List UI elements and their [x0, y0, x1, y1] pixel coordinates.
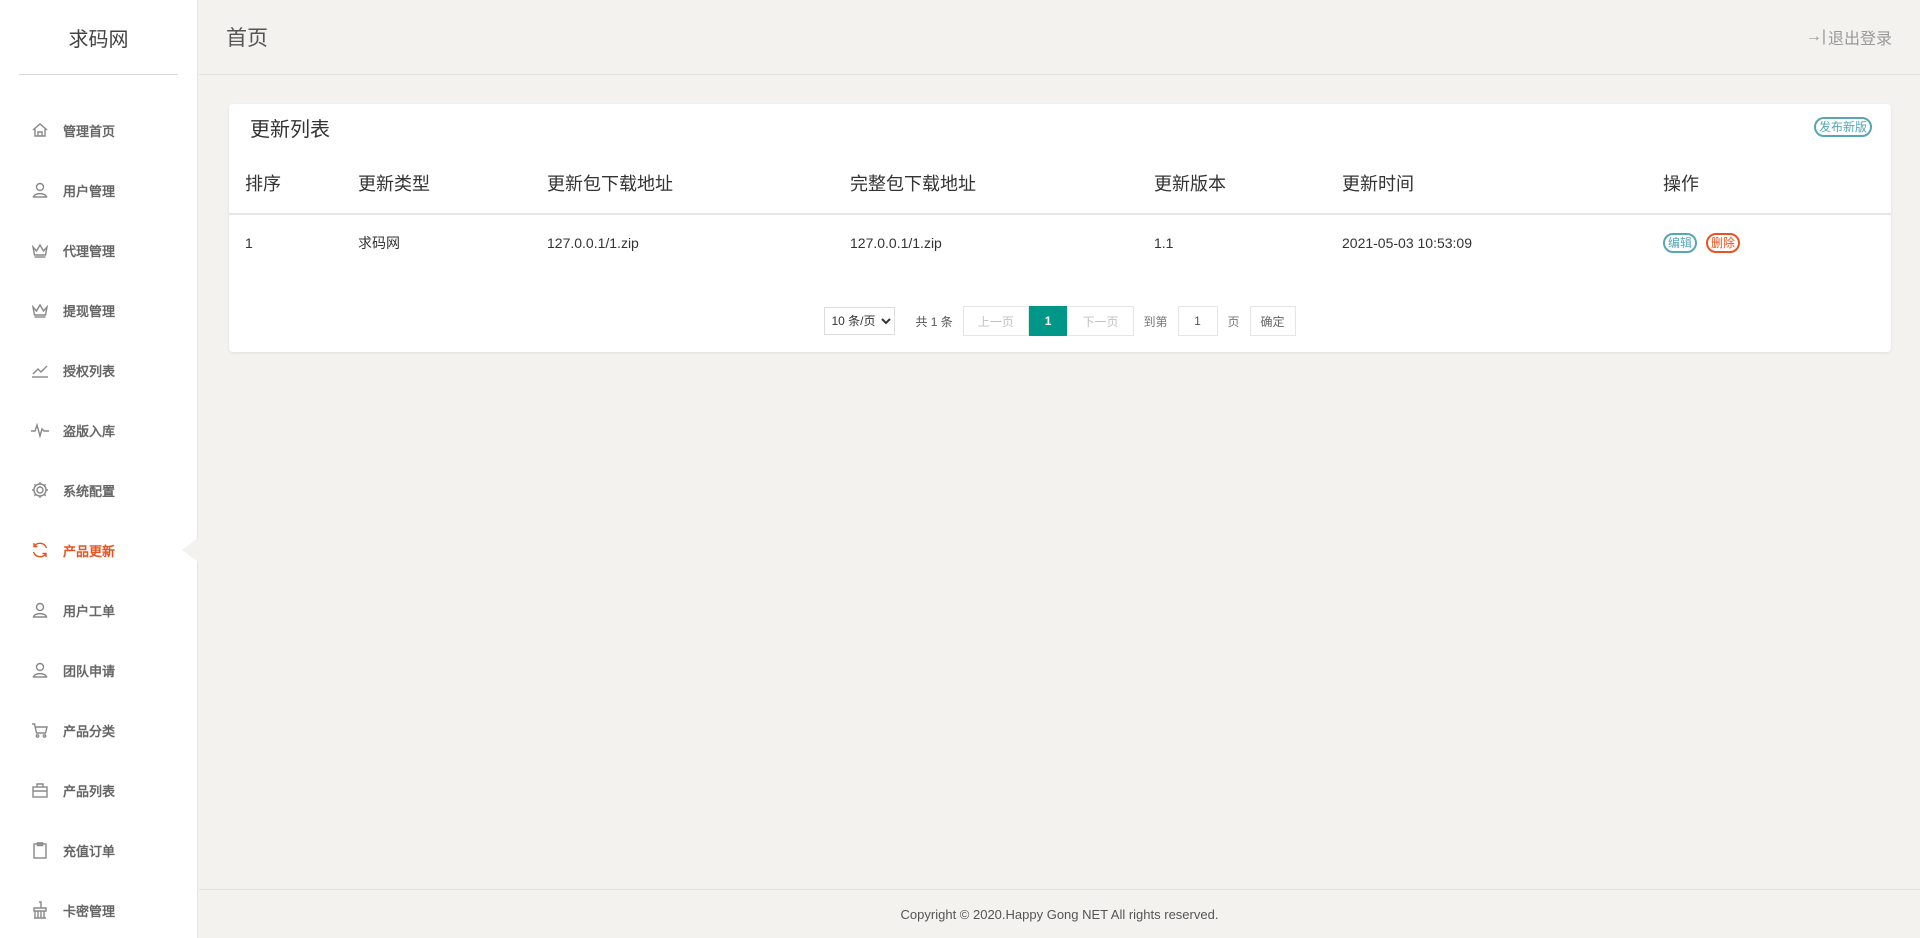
logout-icon: →| [1805, 28, 1826, 45]
sidebar-menu: 管理首页用户管理代理管理提现管理授权列表盗版入库系统配置产品更新用户工单团队申请… [0, 100, 198, 938]
sidebar-item-6[interactable]: 系统配置 [0, 460, 197, 520]
column-header-update-url: 更新包下载地址 [531, 152, 834, 215]
prev-page-button[interactable]: 上一页 [962, 306, 1029, 336]
clipboard-icon [30, 840, 50, 860]
sidebar-item-label: 团队申请 [63, 663, 116, 679]
edit-button[interactable]: 编辑 [1663, 232, 1698, 253]
sidebar-item-label: 盗版入库 [63, 423, 116, 439]
sidebar-item-label: 系统配置 [63, 483, 116, 499]
column-header-time: 更新时间 [1326, 152, 1647, 215]
home-icon [30, 120, 50, 140]
refresh-icon [30, 540, 50, 560]
sidebar-item-7[interactable]: 产品更新 [0, 520, 198, 580]
next-page-button[interactable]: 下一页 [1067, 306, 1134, 336]
sidebar-item-12[interactable]: 充值订单 [0, 820, 197, 880]
column-header-actions: 操作 [1647, 152, 1891, 215]
sidebar-item-label: 产品列表 [63, 783, 116, 799]
update-table: 排序 更新类型 更新包下载地址 完整包下载地址 更新版本 更新时间 操作 1 求… [229, 152, 1891, 270]
briefcase-icon [30, 780, 50, 800]
sidebar-item-9[interactable]: 团队申请 [0, 640, 197, 700]
pulse-icon [30, 420, 50, 440]
sidebar: 求码网 管理首页用户管理代理管理提现管理授权列表盗版入库系统配置产品更新用户工单… [0, 0, 198, 938]
card-header: 更新列表 发布新版 [229, 104, 1891, 150]
cell-version: 1.1 [1154, 234, 1174, 251]
total-count: 共 1 条 [915, 314, 953, 329]
sidebar-item-label: 充值订单 [63, 843, 116, 859]
update-list-card: 更新列表 发布新版 排序 更新类型 更新包下载地址 完整包下载地址 更新版本 更… [229, 104, 1891, 352]
logout-button[interactable]: →| 退出登录 [1806, 25, 1892, 49]
gear-icon [30, 480, 50, 500]
cell-actions: 编辑 删除 [1647, 214, 1891, 270]
cart-icon [30, 720, 50, 740]
top-header: 首页 →| 退出登录 [199, 0, 1920, 75]
user-icon [30, 180, 50, 200]
crown-icon [30, 300, 50, 320]
goto-confirm-button[interactable]: 确定 [1249, 306, 1296, 336]
column-header-version: 更新版本 [1138, 152, 1326, 215]
sidebar-item-13[interactable]: 卡密管理 [0, 880, 197, 938]
cell-order: 1 [245, 234, 253, 251]
sidebar-item-label: 用户管理 [63, 183, 116, 199]
column-header-type: 更新类型 [342, 152, 531, 215]
goto-label: 到第 [1143, 314, 1168, 329]
crown-icon [30, 240, 50, 260]
sidebar-item-5[interactable]: 盗版入库 [0, 400, 197, 460]
sidebar-item-label: 产品更新 [63, 543, 116, 559]
cell-update-url: 127.0.0.1/1.zip [547, 234, 639, 251]
sidebar-item-4[interactable]: 授权列表 [0, 340, 197, 400]
sidebar-item-label: 提现管理 [63, 303, 116, 319]
page-unit-label: 页 [1227, 314, 1240, 329]
brush-icon [30, 900, 50, 920]
sidebar-item-label: 用户工单 [63, 603, 116, 619]
current-page-button[interactable]: 1 [1028, 306, 1068, 336]
sidebar-item-label: 代理管理 [63, 243, 116, 259]
delete-button[interactable]: 删除 [1706, 232, 1741, 253]
page-title[interactable]: 首页 [226, 22, 268, 52]
sidebar-item-1[interactable]: 用户管理 [0, 160, 197, 220]
publish-new-version-button[interactable]: 发布新版 [1813, 117, 1872, 137]
sidebar-item-label: 产品分类 [63, 723, 116, 739]
column-header-full-url: 完整包下载地址 [834, 152, 1138, 215]
cell-time: 2021-05-03 10:53:09 [1342, 234, 1472, 251]
pagination: 10 条/页20 条/页30 条/页 共 1 条 上一页 1 下一页 到第 页 … [229, 306, 1891, 336]
user-icon [30, 600, 50, 620]
brand-logo[interactable]: 求码网 [19, 0, 178, 75]
card-title: 更新列表 [250, 118, 330, 141]
table-header-row: 排序 更新类型 更新包下载地址 完整包下载地址 更新版本 更新时间 操作 [229, 152, 1891, 215]
sidebar-item-2[interactable]: 代理管理 [0, 220, 197, 280]
cell-type: 求码网 [358, 234, 400, 251]
sidebar-item-label: 管理首页 [63, 123, 116, 139]
user-icon [30, 660, 50, 680]
sidebar-item-10[interactable]: 产品分类 [0, 700, 197, 760]
sidebar-item-11[interactable]: 产品列表 [0, 760, 197, 820]
footer: Copyright © 2020.Happy Gong NET All righ… [199, 889, 1920, 938]
sidebar-item-8[interactable]: 用户工单 [0, 580, 197, 640]
chart-line-icon [30, 360, 50, 380]
logout-label: 退出登录 [1827, 31, 1892, 48]
table-row: 1 求码网 127.0.0.1/1.zip 127.0.0.1/1.zip 1.… [229, 214, 1891, 270]
sidebar-item-label: 卡密管理 [63, 903, 116, 919]
sidebar-item-0[interactable]: 管理首页 [0, 100, 197, 160]
cell-full-url: 127.0.0.1/1.zip [850, 234, 942, 251]
sidebar-item-3[interactable]: 提现管理 [0, 280, 197, 340]
column-header-order: 排序 [229, 152, 342, 215]
page-size-select[interactable]: 10 条/页20 条/页30 条/页 [824, 307, 896, 335]
copyright-text: Copyright © 2020.Happy Gong NET All righ… [900, 906, 1219, 922]
sidebar-item-label: 授权列表 [63, 363, 116, 379]
goto-page-input[interactable] [1177, 306, 1218, 336]
